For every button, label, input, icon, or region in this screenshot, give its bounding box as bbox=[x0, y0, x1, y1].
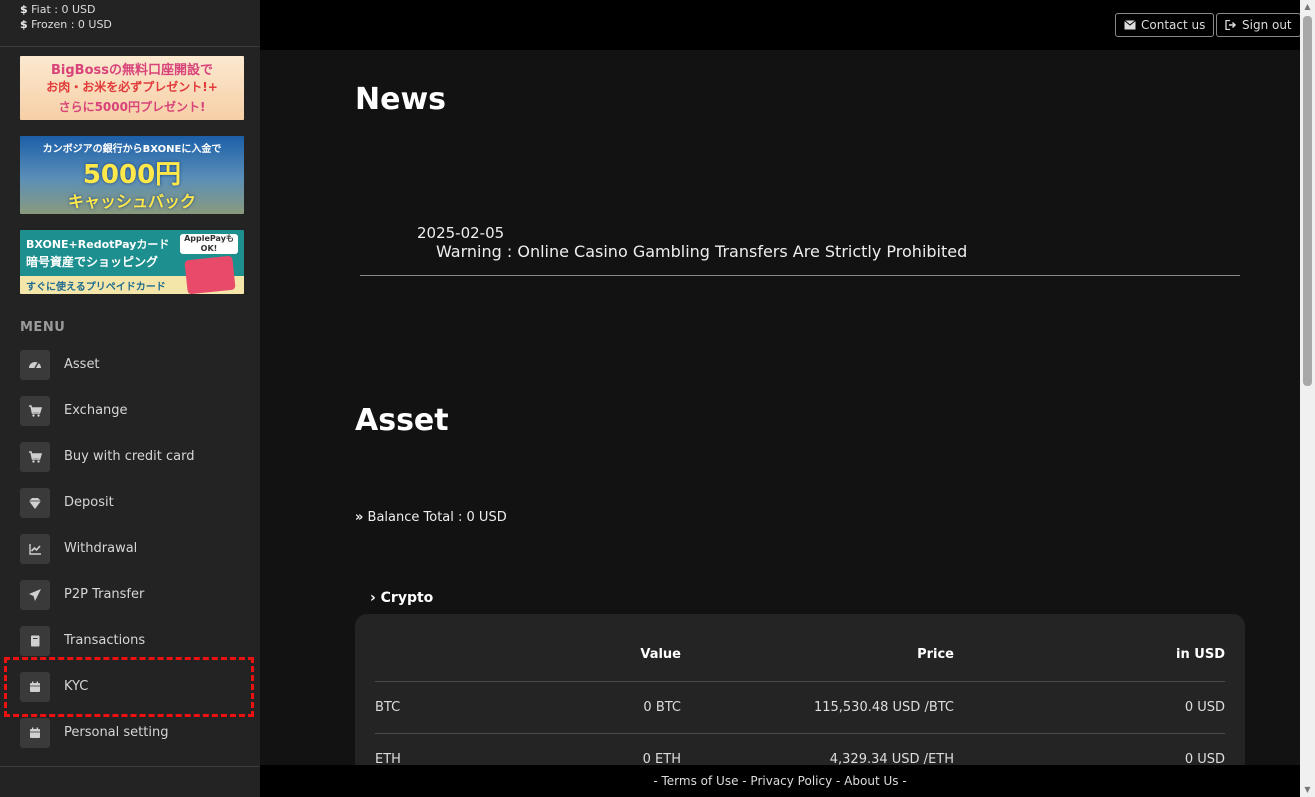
scroll-down-arrow-icon[interactable]: ▼ bbox=[1300, 783, 1315, 797]
chart-icon bbox=[20, 534, 50, 564]
sidebar-item-label: Withdrawal bbox=[64, 541, 138, 556]
double-chevron-right-icon: » bbox=[355, 510, 364, 525]
sign-out-label: Sign out bbox=[1242, 18, 1292, 32]
diamond-icon bbox=[20, 488, 50, 518]
contact-us-button[interactable]: Contact us bbox=[1115, 13, 1215, 37]
sidebar-item-label: Deposit bbox=[64, 495, 114, 510]
fiat-balance: $ Fiat : 0 USD bbox=[20, 2, 112, 17]
sidebar-item-label: Personal setting bbox=[64, 725, 169, 740]
kyc-highlight-box bbox=[4, 657, 254, 717]
news-heading: News bbox=[355, 82, 447, 117]
book-icon bbox=[20, 626, 50, 656]
sidebar-item-label: Asset bbox=[64, 357, 100, 372]
scroll-up-arrow-icon[interactable]: ▲ bbox=[1300, 0, 1315, 14]
sidebar-item-label: Exchange bbox=[64, 403, 128, 418]
column-header-value: Value bbox=[640, 647, 681, 662]
crypto-section-label: Crypto bbox=[380, 590, 434, 606]
sign-out-button[interactable]: Sign out bbox=[1216, 13, 1301, 37]
banner-redotpay-badge: ApplePayも OK! bbox=[180, 234, 238, 254]
column-header-in-usd: in USD bbox=[1176, 647, 1225, 662]
sidebar-item-personal-setting[interactable]: Personal setting bbox=[20, 718, 244, 748]
about-us-link[interactable]: About Us bbox=[844, 774, 898, 788]
footer: - Terms of Use - Privacy Policy - About … bbox=[260, 765, 1300, 797]
sidebar: $ Fiat : 0 USD $ Frozen : 0 USD BigBossの… bbox=[0, 0, 260, 797]
dollar-icon: $ bbox=[20, 18, 28, 31]
sidebar-item-label: Transactions bbox=[64, 633, 146, 648]
paper-plane-icon bbox=[20, 580, 50, 610]
banner-bigboss-line1: BigBossの無料口座開設で bbox=[51, 63, 213, 78]
coin-usd: 0 USD bbox=[1184, 700, 1225, 715]
scrollbar-thumb[interactable] bbox=[1303, 16, 1312, 386]
balance-total: » Balance Total : 0 USD bbox=[355, 510, 507, 525]
banner-redotpay[interactable]: BXONE+RedotPayカード 暗号資産でショッピング すぐに使えるプリペイ… bbox=[20, 230, 244, 294]
banner-redotpay-line2: 暗号資産でショッピング bbox=[26, 255, 159, 269]
footer-sep: - bbox=[832, 774, 845, 788]
sidebar-item-label: Buy with credit card bbox=[64, 449, 195, 464]
balances: $ Fiat : 0 USD $ Frozen : 0 USD bbox=[20, 2, 112, 32]
banner-redotpay-line1: BXONE+RedotPayカード bbox=[26, 238, 170, 251]
sidebar-item-buy-with-credit-card[interactable]: Buy with credit card bbox=[20, 442, 244, 472]
column-header-price: Price bbox=[917, 647, 954, 662]
sidebar-divider bbox=[0, 46, 260, 47]
fiat-balance-text: Fiat : 0 USD bbox=[31, 3, 96, 16]
banner-redotpay-line3: すぐに使えるプリペイドカード bbox=[26, 282, 166, 293]
news-divider bbox=[360, 275, 1240, 276]
calendar-icon bbox=[20, 718, 50, 748]
card-image bbox=[184, 255, 236, 294]
dashboard-icon bbox=[20, 350, 50, 380]
frozen-balance: $ Frozen : 0 USD bbox=[20, 17, 112, 32]
sidebar-item-asset[interactable]: Asset bbox=[20, 350, 244, 380]
sidebar-item-exchange[interactable]: Exchange bbox=[20, 396, 244, 426]
news-date: 2025-02-05 bbox=[417, 224, 505, 242]
footer-sep: - bbox=[653, 774, 662, 788]
sidebar-item-label: P2P Transfer bbox=[64, 587, 145, 602]
sign-out-icon bbox=[1225, 20, 1237, 30]
news-title-link[interactable]: Warning : Online Casino Gambling Transfe… bbox=[436, 242, 967, 261]
banner-bigboss[interactable]: BigBossの無料口座開設で お肉・お米を必ずプレゼント!+ さらに5000円… bbox=[20, 56, 244, 120]
banner-cashback-line1: カンボジアの銀行からBXONEに入金で bbox=[42, 144, 222, 155]
sidebar-item-deposit[interactable]: Deposit bbox=[20, 488, 244, 518]
contact-us-label: Contact us bbox=[1141, 18, 1206, 32]
footer-sep: - bbox=[738, 774, 751, 788]
cart-icon bbox=[20, 396, 50, 426]
table-divider bbox=[375, 733, 1225, 734]
sidebar-item-withdrawal[interactable]: Withdrawal bbox=[20, 534, 244, 564]
footer-sep: - bbox=[898, 774, 907, 788]
banner-bigboss-line3: さらに5000円プレゼント! bbox=[58, 100, 206, 114]
sidebar-item-p2p-transfer[interactable]: P2P Transfer bbox=[20, 580, 244, 610]
banner-cashback[interactable]: カンボジアの銀行からBXONEに入金で 5000円 キャッシュバック bbox=[20, 136, 244, 214]
banner-bigboss-line2: お肉・お米を必ずプレゼント!+ bbox=[46, 80, 218, 94]
cart-icon bbox=[20, 442, 50, 472]
banner-cashback-line2: 5000円 bbox=[82, 160, 182, 190]
menu-heading: MENU bbox=[20, 320, 66, 335]
banner-cashback-line3: キャッシュバック bbox=[67, 192, 196, 211]
terms-of-use-link[interactable]: Terms of Use bbox=[662, 774, 739, 788]
app-root: $ Fiat : 0 USD $ Frozen : 0 USD BigBossの… bbox=[0, 0, 1315, 797]
table-divider bbox=[375, 681, 1225, 682]
coin-price: 115,530.48 USD /BTC bbox=[813, 700, 954, 715]
balance-total-text: Balance Total : 0 USD bbox=[367, 510, 507, 525]
chevron-right-icon: › bbox=[370, 590, 376, 606]
dollar-icon: $ bbox=[20, 3, 28, 16]
envelope-icon bbox=[1124, 20, 1136, 30]
sidebar-item-transactions[interactable]: Transactions bbox=[20, 626, 244, 656]
asset-heading: Asset bbox=[355, 403, 449, 438]
top-bar: Contact us Sign out bbox=[260, 0, 1301, 50]
frozen-balance-text: Frozen : 0 USD bbox=[31, 18, 112, 31]
crypto-section-toggle[interactable]: › Crypto bbox=[370, 590, 433, 606]
coin-name: BTC bbox=[375, 700, 401, 715]
coin-value: 0 BTC bbox=[643, 700, 681, 715]
sidebar-bottom-divider bbox=[0, 766, 260, 767]
privacy-policy-link[interactable]: Privacy Policy bbox=[750, 774, 832, 788]
